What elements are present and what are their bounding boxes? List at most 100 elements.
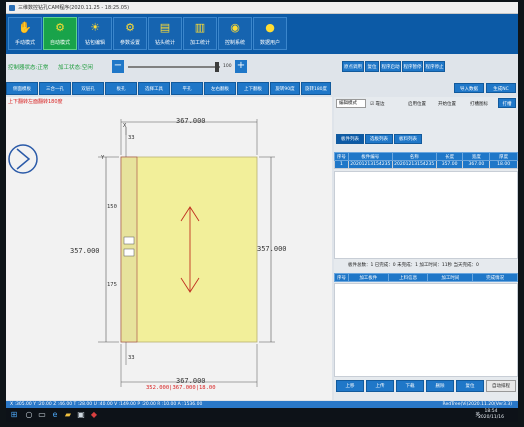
summary-bar: 板件总数：1 已完成：0 未完成：1 加工时间：11秒 当天完成：0 <box>334 261 518 271</box>
upload-button[interactable]: 上传 <box>366 380 394 392</box>
download-button[interactable]: 下载 <box>396 380 424 392</box>
edge-checkbox[interactable]: ☑ 靠边 <box>370 101 384 107</box>
axis-coordinates: X :305.00 Y :20.00 Z :46.00 T :28.00 U :… <box>10 402 203 407</box>
system-clock[interactable]: 18:54 2020/11/16 <box>478 409 504 421</box>
status-row: 控制器状态:正常 加工状态:空闲 − 100 + 原点调用 复位 程序启动 程序… <box>6 55 518 81</box>
program-stop-button[interactable]: 程序停止 <box>424 61 445 72</box>
rotate-180-button[interactable]: 旋转180度 <box>301 82 331 95</box>
import-data-button[interactable]: 导入数据 <box>454 83 484 93</box>
board-rect[interactable] <box>120 156 258 343</box>
right-panel: 导入数据 生成NC 编辑模式 ☑ 靠边 启用位置 开始位置 打槽图标 打槽 板件… <box>334 83 518 400</box>
app-icon <box>9 5 15 11</box>
gear-icon: ⚙ <box>125 21 135 34</box>
col-length: 长度 <box>435 152 464 161</box>
auto-icon: ⚙ <box>55 21 65 34</box>
speed-value: 100 <box>223 64 232 69</box>
flip-left-right-button[interactable]: 左右翻板 <box>204 82 236 95</box>
y-axis-label: Y <box>101 155 105 161</box>
control-icon: ◉ <box>230 21 240 34</box>
parts-table-header: 序号 板件编号 名称 长度 宽度 厚度 <box>334 152 518 161</box>
x-axis-label: X <box>123 123 127 129</box>
program-pause-button[interactable]: 程序暂停 <box>402 61 423 72</box>
direction-arrow-icon[interactable] <box>8 144 38 174</box>
plus-icon: + <box>236 60 246 71</box>
delete-button[interactable]: 删除 <box>426 380 454 392</box>
process-stats-button[interactable]: ▥ 加工统计 <box>183 17 217 50</box>
hand-icon: ✋ <box>18 21 32 34</box>
log-col-status: 完成情况 <box>472 273 518 282</box>
parameter-settings-button[interactable]: ⚙ 参数设置 <box>113 17 147 50</box>
parts-table: 序号 板件编号 名称 长度 宽度 厚度 1 20201213154235 202… <box>334 152 518 169</box>
drill-edit-button[interactable]: ☀ 钻包编辑 <box>78 17 112 50</box>
side-template-button[interactable]: 侧面模板 <box>6 82 38 95</box>
tab-selected-list[interactable]: 选板列表 <box>365 134 393 144</box>
manual-mode-button[interactable]: ✋ 手动模式 <box>8 17 42 50</box>
summary-text: 板件总数：1 已完成：0 未完成：1 加工时间：11秒 当天完成：0 <box>348 263 479 268</box>
cell-length: 357.00 <box>435 160 464 169</box>
file-explorer-icon[interactable]: ▰ <box>63 410 73 420</box>
three-in-one-button[interactable]: 三合一孔 <box>39 82 71 95</box>
bottom-width-label: 367.000 <box>176 377 206 385</box>
enable-position-label: 启用位置 <box>408 102 426 107</box>
edge-browser-icon[interactable]: e <box>50 410 60 420</box>
board-hole-button[interactable]: 板孔 <box>105 82 137 95</box>
edit-toolbar: 侧面模板 三合一孔 双层孔 板孔 选择工具 平孔 左右翻板 上下翻板 旋转90度… <box>6 82 518 96</box>
search-icon[interactable]: ○ <box>24 410 34 420</box>
tab-parts-list[interactable]: 板件列表 <box>336 134 364 144</box>
log-table-header: 序号 加工板件 上料信息 加工时间 完成情况 <box>334 273 518 282</box>
speed-increase-button[interactable]: + <box>235 60 247 73</box>
log-col-feed: 上料信息 <box>387 273 429 282</box>
process-state: 加工状态:空闲 <box>58 65 93 71</box>
top-margin-label: 33 <box>128 135 135 141</box>
origin-button[interactable]: 原点调用 <box>342 61 364 72</box>
task-view-icon[interactable]: ▭ <box>37 410 47 420</box>
tab-material-list[interactable]: 板料列表 <box>394 134 422 144</box>
generate-nc-button[interactable]: 生成NC <box>486 83 516 93</box>
hole-slot-lower <box>123 248 135 257</box>
move-up-button[interactable]: 上移 <box>336 380 364 392</box>
table-row[interactable]: 1 20201213154235 20201213154235 357.00 3… <box>334 160 518 169</box>
data-user-button[interactable]: ● 数据用户 <box>253 17 287 50</box>
slot-button[interactable]: 打槽 <box>498 98 516 108</box>
col-width: 宽度 <box>462 152 491 161</box>
speed-slider-track[interactable] <box>128 66 220 68</box>
parts-tabs: 板件列表 选板列表 板料列表 <box>334 134 518 144</box>
speed-decrease-button[interactable]: − <box>112 60 124 73</box>
drill-icon: ☀ <box>90 21 100 34</box>
control-system-button[interactable]: ◉ 控制系统 <box>218 17 252 50</box>
auto-mode-button[interactable]: ⚙ 自动模式 <box>43 17 77 50</box>
drill-stats-button[interactable]: ▤ 钻头统计 <box>148 17 182 50</box>
drawing-canvas[interactable]: 上下翻转左面翻转180度 367.000 367.000 357.000 357… <box>6 97 332 400</box>
cell-width: 367.00 <box>462 160 491 169</box>
mode-select[interactable]: 编辑模式 <box>336 99 366 108</box>
bottom-margin-label: 33 <box>128 355 135 361</box>
speed-slider-thumb[interactable] <box>215 62 219 72</box>
start-icon[interactable]: ⊞ <box>9 410 19 420</box>
app-taskbar-icon[interactable]: ◆ <box>89 410 99 420</box>
flip-up-down-button[interactable]: 上下翻板 <box>237 82 269 95</box>
flat-hole-button[interactable]: 平孔 <box>171 82 203 95</box>
coordinate-bar: X :305.00 Y :20.00 Z :46.00 T :28.00 U :… <box>6 401 518 408</box>
board-size-footer: 352.000|367.000|18.00 <box>146 385 216 391</box>
cell-thickness: 18.00 <box>489 160 518 169</box>
user-icon: ● <box>265 21 275 34</box>
top-width-label: 367.000 <box>176 117 206 125</box>
auto-schedule-button[interactable]: 自动排程 <box>486 380 516 392</box>
parts-table-empty-area <box>334 171 518 259</box>
hole-slot-upper <box>123 236 135 245</box>
taskbar: ⊞ ○ ▭ e ▰ ▣ ◆ 英 18:54 2020/11/16 <box>6 408 518 422</box>
reset-list-button[interactable]: 复位 <box>456 380 484 392</box>
reset-button[interactable]: 复位 <box>365 61 379 72</box>
select-tool-button[interactable]: 选择工具 <box>138 82 170 95</box>
double-hole-button[interactable]: 双层孔 <box>72 82 104 95</box>
store-icon[interactable]: ▣ <box>76 410 86 420</box>
col-name: 名称 <box>391 152 437 161</box>
log-table-body <box>334 283 518 377</box>
left-height-label: 357.000 <box>70 247 100 255</box>
program-start-button[interactable]: 程序启动 <box>380 61 401 72</box>
rotate-90-button[interactable]: 旋转90度 <box>270 82 300 95</box>
log-table: 序号 加工板件 上料信息 加工时间 完成情况 <box>334 273 518 282</box>
log-col-index: 序号 <box>334 273 349 282</box>
minus-icon: − <box>113 60 123 71</box>
log-col-part: 加工板件 <box>347 273 389 282</box>
